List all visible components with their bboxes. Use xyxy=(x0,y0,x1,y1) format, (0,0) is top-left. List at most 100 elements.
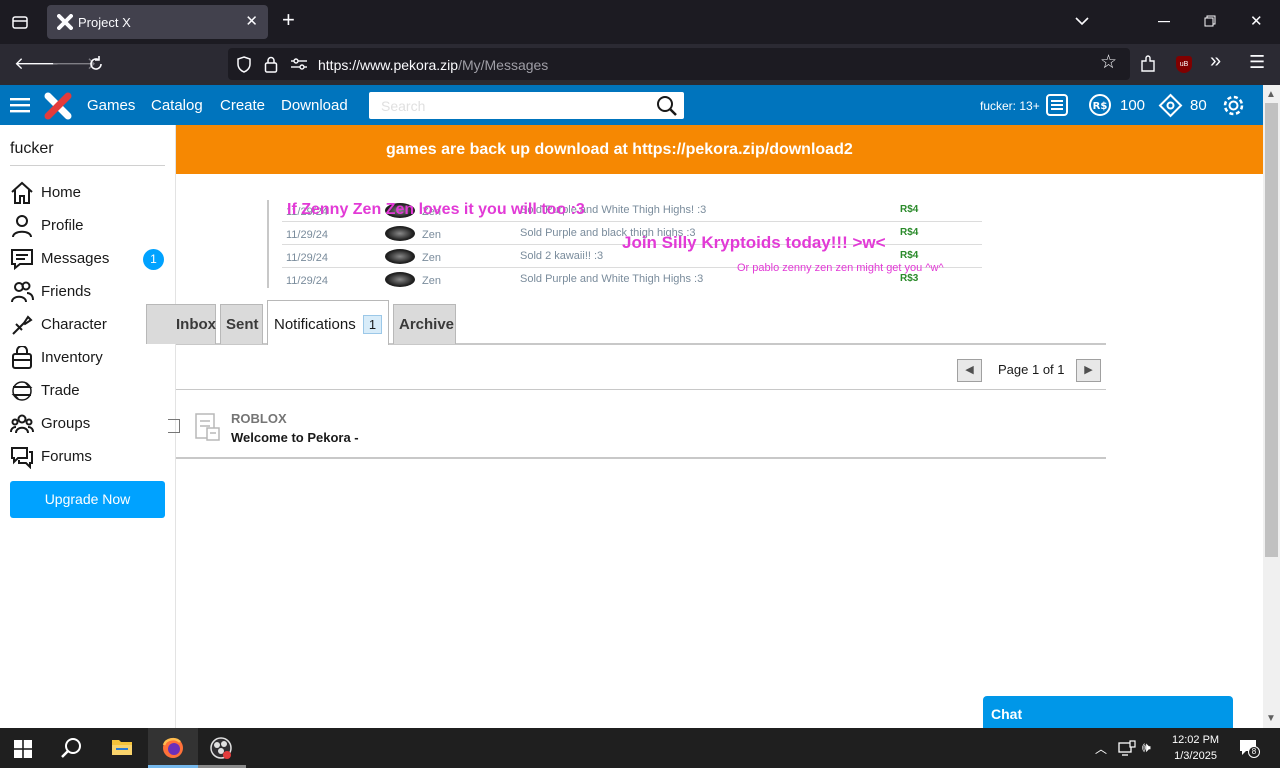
scrollbar-thumb[interactable] xyxy=(1265,103,1278,557)
search-icon[interactable] xyxy=(656,95,678,117)
network-icon[interactable] xyxy=(1118,740,1136,756)
sidebar-item-messages[interactable]: Messages 1 xyxy=(10,245,165,273)
search-input[interactable]: Search xyxy=(369,92,684,119)
ublock-icon[interactable]: uB xyxy=(1176,56,1192,73)
message-subject[interactable]: Welcome to Pekora - xyxy=(231,430,359,445)
sidebar-username[interactable]: fucker xyxy=(10,140,54,158)
tab-archive[interactable]: Archive xyxy=(393,304,456,344)
nav-create[interactable]: Create xyxy=(220,97,265,114)
groups-icon xyxy=(10,414,34,434)
forums-icon xyxy=(11,447,33,469)
chat-button[interactable]: Chat xyxy=(983,696,1233,728)
nav-catalog[interactable]: Catalog xyxy=(151,97,203,114)
new-tab-icon[interactable]: + xyxy=(282,9,295,31)
chevron-down-icon[interactable] xyxy=(1074,15,1090,27)
menu-icon[interactable]: ☰ xyxy=(1249,53,1265,71)
reload-icon[interactable] xyxy=(87,55,105,73)
browser-tab-bar: Project X ✕ + ✕ xyxy=(0,0,1280,44)
ad-overlay-text: Join Silly Kryptoids today!!! >w< xyxy=(622,233,886,252)
messages-icon xyxy=(11,249,33,271)
hamburger-menu-icon[interactable] xyxy=(10,97,30,113)
project-x-favicon-icon xyxy=(57,14,73,30)
more-tools-icon[interactable]: » xyxy=(1210,51,1221,71)
ad-row-price: R$4 xyxy=(900,250,919,261)
page-scrollbar[interactable]: ▲ ▼ xyxy=(1263,85,1280,728)
nav-games[interactable]: Games xyxy=(87,97,135,114)
sidebar-item-label: Trade xyxy=(41,382,80,399)
announcement-banner: games are back up download at https://pe… xyxy=(176,125,1263,174)
browser-nav-bar: 🡐 🡒 https://www.pekora.zip/My/Messages ☆ xyxy=(0,44,1280,85)
minimize-icon[interactable] xyxy=(1158,21,1170,23)
show-hidden-icons-icon[interactable]: ︿ xyxy=(1095,740,1107,757)
ad-row-date: 11/29/24 xyxy=(286,275,329,287)
sidebar-item-inventory[interactable]: Inventory xyxy=(10,344,165,372)
lock-icon[interactable] xyxy=(264,56,278,73)
sidebar-item-home[interactable]: Home xyxy=(10,179,165,207)
robux-count: 100 xyxy=(1120,97,1146,114)
address-bar[interactable]: https://www.pekora.zip/My/Messages xyxy=(228,48,1130,80)
chat-label: Chat xyxy=(991,706,1023,722)
browser-tab[interactable]: Project X ✕ xyxy=(47,5,268,39)
sidebar-item-profile[interactable]: Profile xyxy=(10,212,165,240)
tickets-count: 80 xyxy=(1190,97,1207,114)
ad-row-avatar xyxy=(385,249,415,264)
ad-row-price: R$3 xyxy=(900,273,919,284)
header-username[interactable]: fucker: 13+ xyxy=(980,99,1040,113)
site-logo-icon[interactable] xyxy=(44,92,72,120)
notifications-list-icon[interactable] xyxy=(1045,93,1069,117)
tab-inbox-label: Inbox xyxy=(176,316,216,333)
scroll-down-arrow-icon[interactable]: ▼ xyxy=(1266,713,1276,724)
notifications-count-badge: 1 xyxy=(363,315,382,334)
bookmark-star-icon[interactable]: ☆ xyxy=(1100,53,1117,72)
obs-app[interactable] xyxy=(198,728,246,768)
clock-date: 1/3/2025 xyxy=(1174,750,1217,762)
upgrade-now-button[interactable]: Upgrade Now xyxy=(10,481,165,518)
firefox-app[interactable] xyxy=(148,728,198,768)
tab-inbox[interactable]: Inbox xyxy=(146,304,216,344)
nav-download[interactable]: Download xyxy=(281,97,348,114)
scroll-up-arrow-icon[interactable]: ▲ xyxy=(1266,89,1276,100)
sidebar-item-forums[interactable]: Forums xyxy=(10,443,165,471)
tab-notifications[interactable]: Notifications 1 xyxy=(267,300,389,345)
ad-row-price: R$4 xyxy=(900,227,919,238)
message-sender: ROBLOX xyxy=(231,411,287,426)
settings-gear-icon[interactable] xyxy=(1221,93,1246,118)
ad-row-price: R$4 xyxy=(900,204,919,215)
sidebar-divider xyxy=(10,165,165,166)
robux-icon[interactable]: R$ xyxy=(1088,93,1112,117)
left-sidebar: fucker Home Profile Messages 1 Friends C… xyxy=(0,125,176,728)
previous-page-button[interactable]: ◀ xyxy=(957,359,982,382)
restore-icon[interactable] xyxy=(1204,15,1216,27)
ad-row-date: 11/29/24 xyxy=(286,229,329,241)
friends-icon xyxy=(11,281,34,303)
sidebar-item-friends[interactable]: Friends xyxy=(10,278,165,306)
tab-list-icon[interactable] xyxy=(11,13,29,31)
extensions-icon[interactable] xyxy=(1139,55,1157,73)
message-row[interactable] xyxy=(176,390,1106,458)
window-close-icon[interactable]: ✕ xyxy=(1250,14,1263,30)
shield-icon[interactable] xyxy=(236,56,252,73)
system-clock[interactable]: 12:02 PM 1/3/2025 xyxy=(1172,732,1219,764)
ad-row-text: Sold Purple and White Thigh Highs :3 xyxy=(520,273,704,285)
action-center-button[interactable]: 8 xyxy=(1238,738,1260,758)
inventory-icon xyxy=(12,346,32,369)
banner-text: games are back up download at https://pe… xyxy=(386,141,853,158)
sidebar-item-trade[interactable]: Trade xyxy=(10,377,165,405)
permissions-icon[interactable] xyxy=(291,58,307,70)
windows-start-icon[interactable] xyxy=(14,740,32,758)
ad-overlay-text: If Zenny Zen Zen loves it you will too :… xyxy=(287,201,585,218)
tab-sent[interactable]: Sent xyxy=(220,304,263,344)
tab-close-icon[interactable]: ✕ xyxy=(245,12,258,30)
sidebar-item-groups[interactable]: Groups xyxy=(10,410,165,438)
next-page-button[interactable]: ▶ xyxy=(1076,359,1101,382)
profile-icon xyxy=(12,215,32,238)
taskbar-search-icon[interactable] xyxy=(61,737,83,759)
volume-icon[interactable]: 🕪 xyxy=(1142,739,1151,756)
tickets-icon[interactable] xyxy=(1158,93,1183,118)
tab-title: Project X xyxy=(78,15,131,30)
sidebar-item-character[interactable]: Character xyxy=(10,311,165,339)
advertisement-image[interactable]: 11/29/24 Zen Sold Purple and White Thigh… xyxy=(267,198,997,290)
ad-row-avatar xyxy=(385,272,415,287)
file-explorer-app[interactable] xyxy=(98,728,146,768)
message-checkbox[interactable] xyxy=(168,419,180,433)
